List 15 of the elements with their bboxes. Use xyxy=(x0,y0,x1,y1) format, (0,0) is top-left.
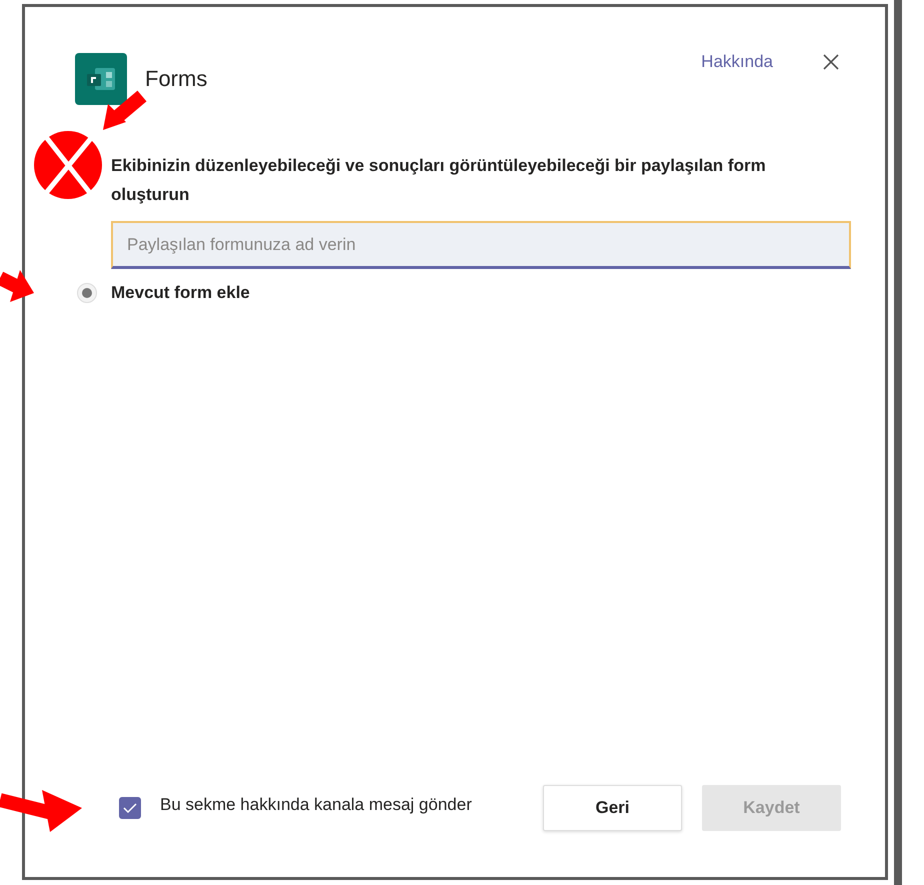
forms-app-icon xyxy=(75,53,127,105)
dialog-title: Forms xyxy=(145,66,208,92)
close-icon[interactable] xyxy=(821,52,841,72)
option-label[interactable]: Mevcut form ekle xyxy=(111,283,250,303)
form-name-field[interactable]: Paylaşılan formunuza ad verin xyxy=(111,221,851,269)
description: Ekibinizin düzenleyebileceği ve sonuçları görüntüleyebileceği bir paylaşılan form oluşturun xyxy=(111,155,767,206)
arrow-annotation xyxy=(103,90,147,130)
back-button[interactable]: Geri xyxy=(543,785,682,831)
arrow-annotation xyxy=(0,270,34,302)
checkbox-label: Bu sekme hakkında kanala mesaj gönder xyxy=(160,795,473,815)
radio-button[interactable] xyxy=(77,283,97,303)
checkmark-icon xyxy=(123,803,137,813)
cross-mark-icon xyxy=(34,131,102,199)
checkbox[interactable] xyxy=(119,797,141,819)
about-link[interactable]: Hakkında xyxy=(701,52,773,72)
